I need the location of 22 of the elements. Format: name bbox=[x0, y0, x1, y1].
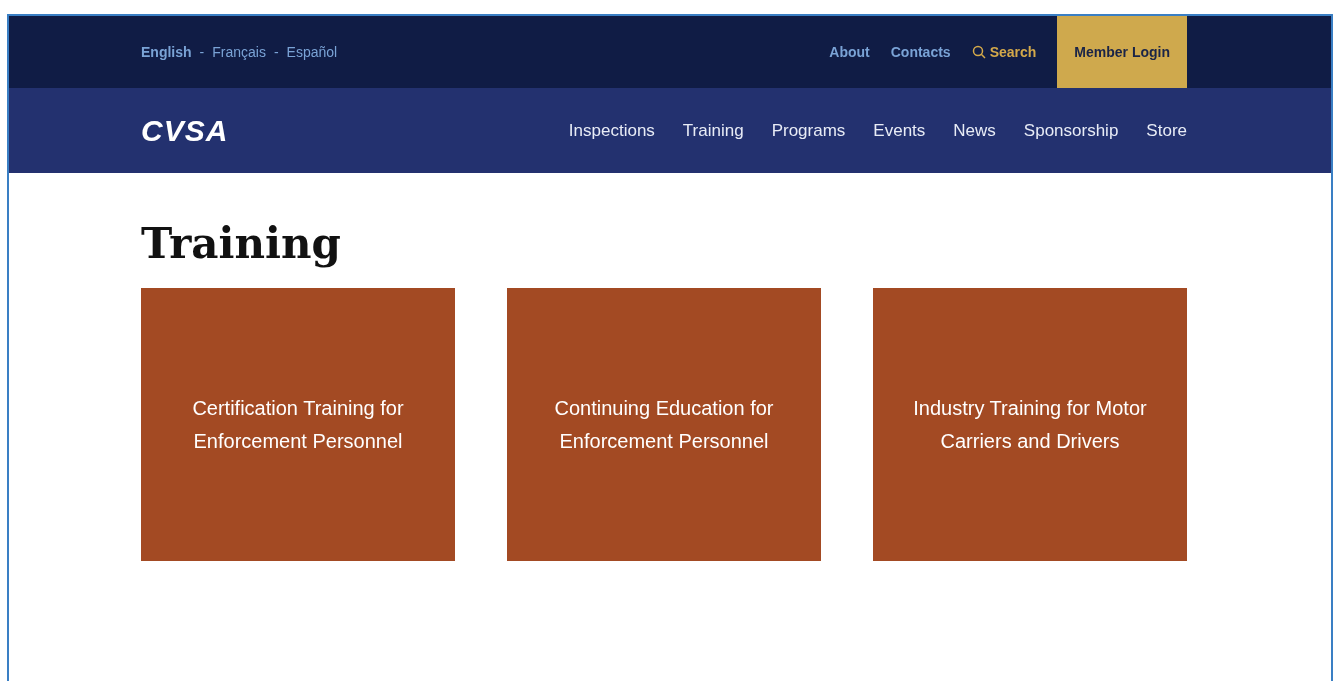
language-link[interactable]: Français bbox=[212, 44, 266, 60]
nav-link[interactable]: Store bbox=[1146, 120, 1187, 141]
separator: - bbox=[273, 44, 279, 60]
page-heading: Training bbox=[141, 219, 342, 268]
nav-link[interactable]: Training bbox=[682, 120, 744, 141]
nav-link[interactable]: News bbox=[953, 120, 996, 141]
search-icon bbox=[971, 45, 986, 59]
language-link[interactable]: English bbox=[141, 44, 192, 60]
language-link[interactable]: Español bbox=[286, 44, 338, 60]
utility-link[interactable]: About bbox=[829, 44, 870, 60]
separator: - bbox=[199, 44, 205, 60]
logo[interactable]: CVSA bbox=[141, 113, 229, 148]
member-login-button[interactable]: Member Login bbox=[1057, 16, 1187, 88]
nav-link[interactable]: Sponsorship bbox=[1023, 120, 1119, 141]
training-card[interactable]: Industry Training for Motor Carriers and Drivers bbox=[873, 288, 1187, 561]
training-card[interactable]: Continuing Education for Enforcement Personnel bbox=[507, 288, 821, 561]
nav-link[interactable]: Inspections bbox=[568, 120, 655, 141]
search-link[interactable]: Search bbox=[971, 44, 1037, 60]
nav-link[interactable]: Programs bbox=[771, 120, 846, 141]
training-card[interactable]: Certification Training for Enforcement Personnel bbox=[141, 288, 455, 561]
nav-link[interactable]: Events bbox=[873, 120, 926, 141]
utility-link[interactable]: Contacts bbox=[890, 44, 951, 60]
